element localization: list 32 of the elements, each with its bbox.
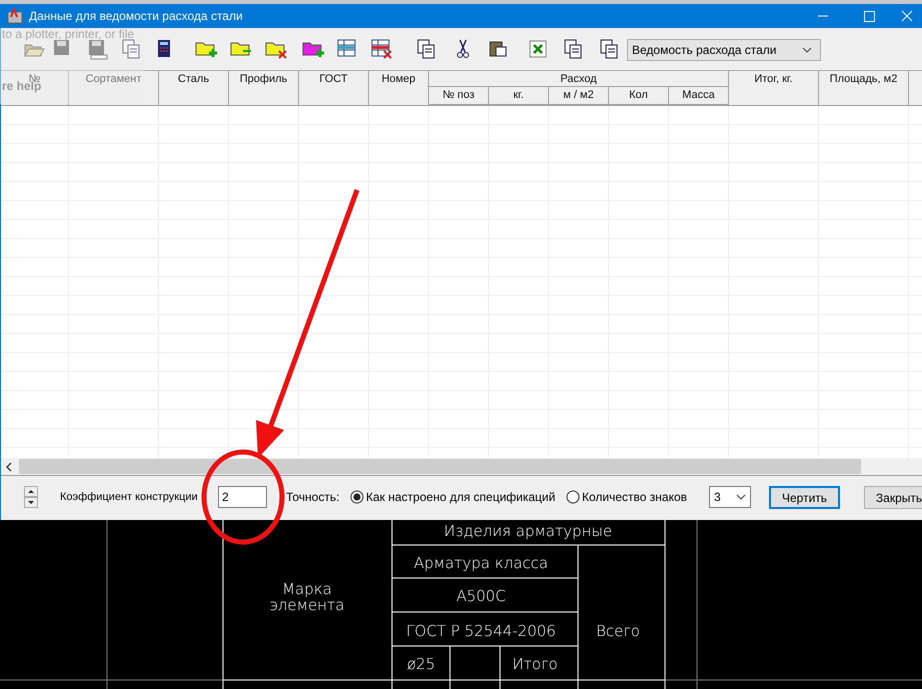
spinner-icon[interactable]: [24, 486, 38, 508]
draw-button[interactable]: Чертить: [769, 486, 840, 509]
drawing-text: Изделия арматурные: [444, 522, 612, 540]
table-delete-icon[interactable]: [370, 37, 394, 61]
column-header: № поз: [429, 87, 489, 105]
precision-radio[interactable]: Как настроено для спецификаций: [350, 490, 556, 504]
horizontal-scrollbar[interactable]: [1, 458, 922, 475]
sheet-type-dropdown[interactable]: Ведомость расхода стали: [627, 39, 821, 61]
column-header: Расход: [429, 71, 729, 87]
drawing-text: Итого: [512, 655, 558, 673]
app-icon: [7, 8, 23, 24]
column-header: м / м2: [549, 87, 609, 105]
ghost-text: to a plotter, printer, or file: [2, 27, 134, 41]
drawing-text: Арматура класса: [414, 554, 548, 572]
column-header: Масса: [669, 87, 729, 105]
close-button[interactable]: Закрыть: [864, 486, 922, 509]
coefficient-label: Коэффициент конструкции: [60, 491, 198, 503]
drawing-text: А500С: [456, 587, 506, 605]
drawing-text: Марка элемента: [270, 580, 344, 614]
window-title: Данные для ведомости расхода стали: [29, 9, 244, 23]
drawing-text: Всего: [596, 622, 640, 640]
drawing-text: ø25: [406, 655, 436, 673]
precision-radio[interactable]: Количество знаков: [566, 490, 688, 504]
coefficient-field[interactable]: 2: [218, 486, 267, 508]
column-header: кг.: [489, 87, 549, 105]
drawing-text: ГОСТ Р 52544-2006: [406, 622, 556, 640]
scrollbar-thumb[interactable]: [19, 459, 861, 474]
caret-icon: [802, 47, 812, 53]
caret-icon: [736, 494, 746, 500]
digits-dropdown[interactable]: 3: [709, 486, 751, 508]
precision-label: Точность:: [286, 490, 340, 504]
column-header: Кол: [609, 87, 669, 105]
